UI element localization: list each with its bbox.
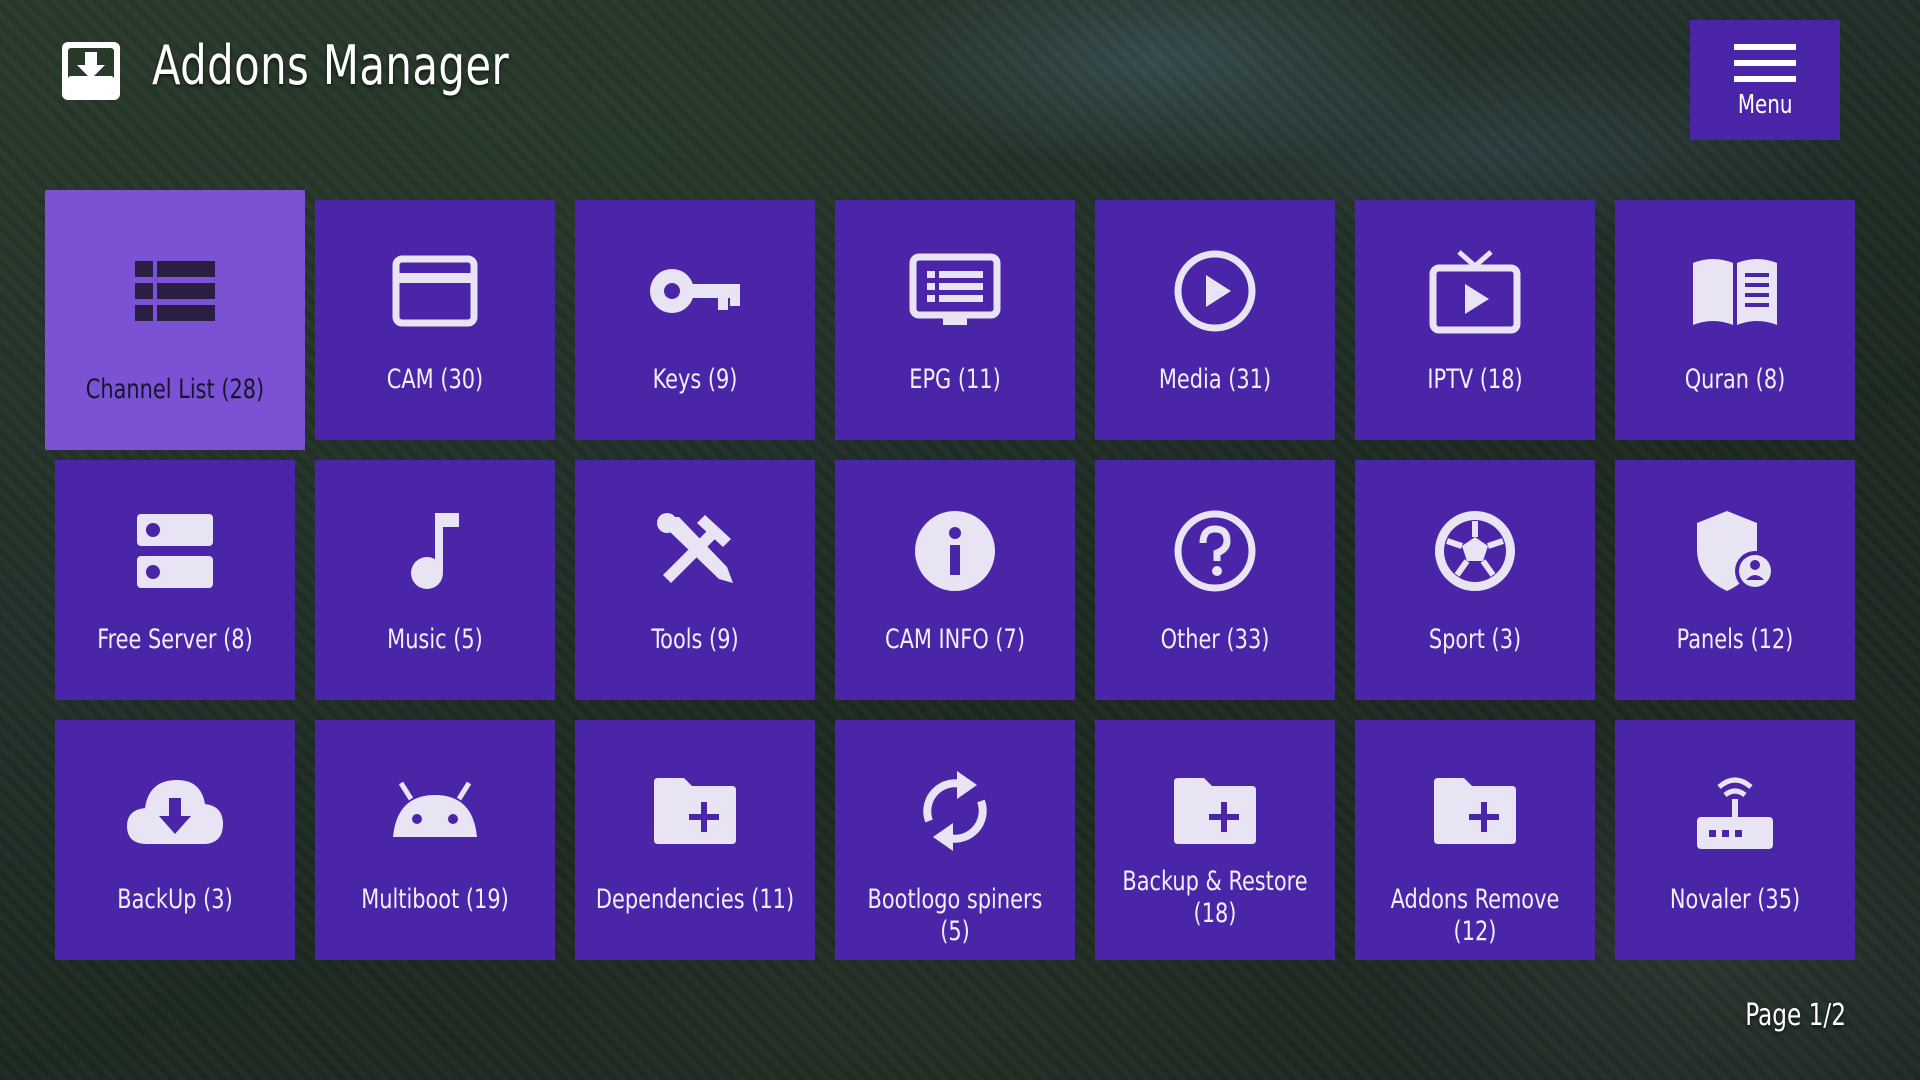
tile-epg[interactable]: EPG (11) [835,200,1075,440]
tile-label: Sport (3) [1428,624,1522,655]
info-icon [915,511,995,591]
tile-label: IPTV (18) [1427,364,1523,395]
tile-sport[interactable]: Sport (3) [1355,460,1595,700]
tile-label: Keys (9) [652,364,738,395]
cloud-download-icon [127,780,223,844]
tile-label: EPG (11) [909,364,1001,395]
tile-keys[interactable]: Keys (9) [575,200,815,440]
download-box-icon [62,42,120,100]
tile-label: Novaler (35) [1669,884,1801,915]
tile-free-server[interactable]: Free Server (8) [55,460,295,700]
list-icon [135,261,215,321]
folder-plus-icon [1174,778,1256,844]
server-icon [137,514,213,588]
tile-addons-remove[interactable]: Addons Remove (12) [1355,720,1595,960]
menu-button[interactable]: Menu [1690,20,1840,140]
hamburger-icon [1734,44,1796,82]
tile-label: Quran (8) [1684,364,1786,395]
epg-screen-icon [909,253,1001,325]
tile-label: BackUp (3) [117,884,233,915]
android-icon [393,781,477,837]
tile-label: Other (33) [1160,624,1270,655]
page-indicator: Page 1/2 [1745,998,1846,1033]
tools-icon [657,513,733,583]
tile-media[interactable]: Media (31) [1095,200,1335,440]
tile-label: CAM INFO (7) [884,624,1025,655]
tile-backup[interactable]: BackUp (3) [55,720,295,960]
tile-dependencies[interactable]: Dependencies (11) [575,720,815,960]
tile-label: Multiboot (19) [361,884,509,915]
tile-label: Free Server (8) [97,624,253,655]
shield-account-icon [1697,511,1775,591]
key-icon [650,269,740,313]
folder-plus-icon [654,778,736,844]
tile-label: Music (5) [387,624,483,655]
tile-label: Backup & Restore (18) [1122,866,1308,929]
tile-label: Tools (9) [651,624,739,655]
page-title: Addons Manager [152,34,510,97]
help-circle-icon [1174,510,1256,592]
tile-multiboot[interactable]: Multiboot (19) [315,720,555,960]
menu-label: Menu [1737,90,1793,120]
router-wifi-icon [1697,777,1773,849]
tile-channel-list[interactable]: Channel List (28) [45,190,305,450]
tile-panels[interactable]: Panels (12) [1615,460,1855,700]
tile-backup-restore[interactable]: Backup & Restore (18) [1095,720,1335,960]
tile-novaler[interactable]: Novaler (35) [1615,720,1855,960]
tile-cam-info[interactable]: CAM INFO (7) [835,460,1075,700]
tile-quran[interactable]: Quran (8) [1615,200,1855,440]
tile-cam[interactable]: CAM (30) [315,200,555,440]
tile-label: Addons Remove (12) [1390,884,1560,947]
tv-play-icon [1429,250,1521,334]
tile-iptv[interactable]: IPTV (18) [1355,200,1595,440]
tile-music[interactable]: Music (5) [315,460,555,700]
tile-label: Panels (12) [1676,624,1794,655]
tile-label: CAM (30) [386,364,484,395]
book-icon [1693,259,1777,325]
tile-label: Channel List (28) [85,374,265,405]
tile-label: Dependencies (11) [595,884,795,915]
tile-other[interactable]: Other (33) [1095,460,1335,700]
folder-plus-icon [1434,778,1516,844]
play-circle-icon [1174,250,1256,332]
soccer-ball-icon [1435,511,1515,591]
tile-label: Bootlogo spiners (5) [867,884,1043,947]
tile-bootlogo-spiners[interactable]: Bootlogo spiners (5) [835,720,1075,960]
music-note-icon [411,513,459,589]
tile-label: Media (31) [1158,364,1272,395]
sync-icon [923,771,987,851]
card-icon [392,255,478,327]
tile-tools[interactable]: Tools (9) [575,460,815,700]
